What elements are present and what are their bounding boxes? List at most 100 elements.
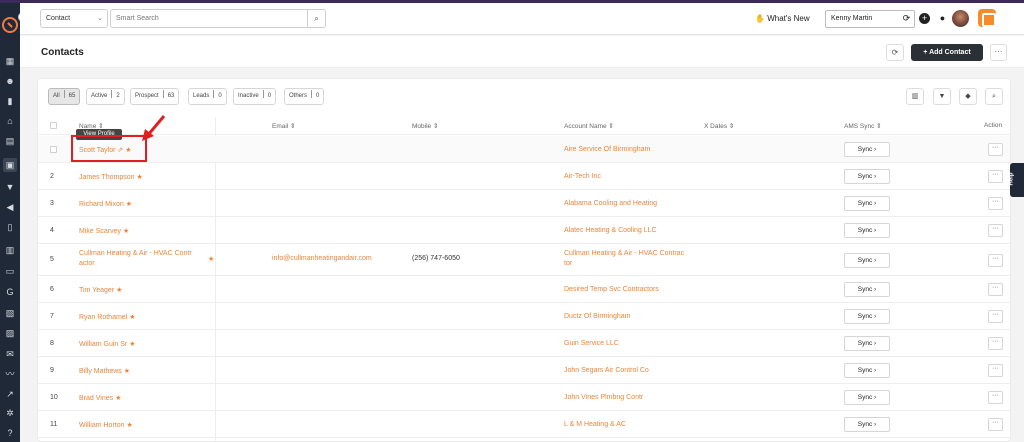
star-icon[interactable]: ★ (116, 287, 122, 294)
filter-icon[interactable]: ▼ (5, 183, 15, 192)
table-row[interactable]: 4 Mike Scarvey ★ Alatec Heating & Coolin… (38, 217, 1010, 244)
filter-inactive[interactable]: Inactive 0 (233, 88, 277, 105)
account-name-link[interactable]: Aire Service Of Birmingham (564, 146, 650, 153)
account-name-link[interactable]: Guin Service LLC (564, 340, 619, 347)
more-options-button[interactable]: ··· (990, 44, 1007, 61)
table-row[interactable]: 11 William Horton ★ L & M Heating & AC S… (38, 411, 1010, 438)
table-row[interactable]: 7 Ryan Rothamel ★ Ductz Of Birmingham Sy… (38, 303, 1010, 330)
help-tab[interactable]: Help (1009, 163, 1024, 197)
row-checkbox[interactable] (50, 146, 57, 153)
filter-others[interactable]: Others 0 (284, 88, 325, 105)
sync-button[interactable]: Sync › (844, 169, 890, 184)
document-icon[interactable]: ▮ (5, 97, 15, 106)
bank-icon[interactable]: ⌂ (5, 117, 15, 126)
star-icon[interactable]: ★ (124, 368, 130, 375)
contact-name-link[interactable]: Mike Scarvey ★ (79, 227, 129, 235)
table-search-button[interactable]: ⌕ (985, 88, 1003, 105)
add-circle-icon[interactable]: + (919, 13, 930, 24)
star-icon[interactable]: ★ (136, 174, 142, 181)
table-row[interactable]: Scott Taylor ⇗ ★ Aire Service Of Birming… (38, 136, 1010, 163)
bell-icon[interactable]: ● (937, 13, 948, 24)
columns-button[interactable]: ▥ (906, 88, 924, 105)
sync-button[interactable]: Sync › (844, 223, 890, 238)
column-header-account[interactable]: Account Name ⇕ (564, 122, 614, 130)
column-header-ams-sync[interactable]: AMS Sync ⇕ (844, 122, 882, 130)
row-action-button[interactable]: ··· (988, 170, 1003, 183)
filter-all[interactable]: All 65 (48, 88, 81, 105)
table-row[interactable]: 3 Richard Mixon ★ Alabama Cooling and He… (38, 190, 1010, 217)
star-icon[interactable]: ★ (126, 422, 132, 429)
account-name-link[interactable]: Cullman Heating & Air - HVAC Contrac (564, 250, 684, 257)
account-name-link[interactable]: John Segars Air Control Co (564, 367, 649, 374)
column-header-email[interactable]: Email ⇕ (272, 122, 296, 130)
search-button[interactable]: ⌕ (307, 9, 326, 28)
account-name-link[interactable]: Ductz Of Birmingham (564, 313, 631, 320)
app-brand-icon[interactable] (978, 9, 996, 27)
dashboard-icon[interactable]: ▦ (5, 57, 15, 66)
add-contact-button[interactable]: + Add Contact (911, 44, 983, 61)
row-action-button[interactable]: ··· (988, 418, 1003, 431)
star-icon[interactable]: ★ (208, 255, 214, 263)
row-action-button[interactable]: ··· (988, 391, 1003, 404)
contact-name-link-cont[interactable]: actor (79, 260, 95, 267)
contact-name-link[interactable]: James Thompson ★ (79, 173, 143, 181)
filter-prospect[interactable]: Prospect 63 (130, 88, 180, 105)
table-row[interactable]: 5 Cullman Heating & Air - HVAC Contr act… (38, 244, 1010, 276)
sync-button[interactable]: Sync › (844, 196, 890, 211)
star-icon[interactable]: ★ (129, 341, 135, 348)
star-icon[interactable]: ★ (129, 314, 135, 321)
table-row[interactable]: 8 William Guin Sr ★ Guin Service LLC Syn… (38, 330, 1010, 357)
sync-button[interactable]: Sync › (844, 282, 890, 297)
account-name-link[interactable]: Desired Temp Svc Contractors (564, 286, 659, 293)
row-action-button[interactable]: ··· (988, 310, 1003, 323)
contact-name-link[interactable]: Cullman Heating & Air - HVAC Contr (79, 250, 192, 257)
sync-button[interactable]: Sync › (844, 363, 890, 378)
contact-name-link[interactable]: Ryan Rothamel ★ (79, 313, 135, 321)
bar-chart-icon[interactable]: ▥ (5, 246, 15, 255)
search-input[interactable] (110, 9, 308, 28)
sync-button[interactable]: Sync › (844, 253, 890, 268)
folder-icon[interactable]: ▭ (5, 267, 15, 276)
sync-button[interactable]: Sync › (844, 390, 890, 405)
settings-icon[interactable]: ✲ (5, 409, 15, 418)
contact-name-link[interactable]: William Guin Sr ★ (79, 340, 135, 348)
filter-leads[interactable]: Leads 0 (188, 88, 227, 105)
mail-icon[interactable]: ✉ (5, 350, 15, 359)
star-icon[interactable]: ★ (115, 395, 121, 402)
user-avatar[interactable] (952, 10, 969, 27)
brand-logo-icon[interactable] (2, 17, 18, 33)
account-name-link[interactable]: Alatec Heating & Cooling LLC (564, 227, 657, 234)
help-circle-icon[interactable]: ? (5, 429, 15, 438)
contact-name-link[interactable]: Brad Vines ★ (79, 394, 121, 402)
row-action-button[interactable]: ··· (988, 364, 1003, 377)
table-row[interactable]: 2 James Thompson ★ Air-Tech Inc Sync › ·… (38, 163, 1010, 190)
contacts-icon[interactable]: ▣ (3, 158, 17, 172)
users-icon[interactable]: ☻ (5, 77, 15, 86)
table-row[interactable]: 9 Billy Mathews ★ John Segars Air Contro… (38, 357, 1010, 384)
account-name-link[interactable]: L & M Heating & AC (564, 421, 626, 428)
clipboard-icon[interactable]: ▯ (5, 223, 15, 232)
tag-button[interactable]: ◆ (959, 88, 977, 105)
contact-name-link[interactable]: Billy Mathews ★ (79, 367, 130, 375)
account-name-link[interactable]: John Vines Plmbng Contr (564, 394, 643, 401)
calendar-icon[interactable]: ▤ (5, 137, 15, 146)
module-select[interactable]: Contact ⌄ (40, 9, 108, 28)
row-action-button[interactable]: ··· (988, 143, 1003, 156)
table-row[interactable]: 6 Tim Yeager ★ Desired Temp Svc Contract… (38, 276, 1010, 303)
column-header-xdates[interactable]: X Dates ⇕ (704, 122, 734, 130)
file-icon[interactable]: ▧ (5, 309, 15, 318)
contact-name-link[interactable]: Richard Mixon ★ (79, 200, 132, 208)
select-all-checkbox[interactable] (50, 122, 57, 129)
refresh-icon[interactable]: ⟳ (901, 13, 912, 24)
row-action-button[interactable]: ··· (988, 254, 1003, 267)
signature-icon[interactable]: 〰 (5, 370, 15, 379)
column-header-mobile[interactable]: Mobile ⇕ (412, 122, 438, 130)
row-action-button[interactable]: ··· (988, 197, 1003, 210)
row-action-button[interactable]: ··· (988, 283, 1003, 296)
trend-icon[interactable]: ↗ (5, 390, 15, 399)
contact-name-link[interactable]: William Horton ★ (79, 421, 133, 429)
filter-button[interactable]: ▼ (933, 88, 951, 105)
refresh-button[interactable]: ⟳ (886, 44, 904, 61)
row-action-button[interactable]: ··· (988, 337, 1003, 350)
google-icon[interactable]: G (5, 288, 15, 297)
